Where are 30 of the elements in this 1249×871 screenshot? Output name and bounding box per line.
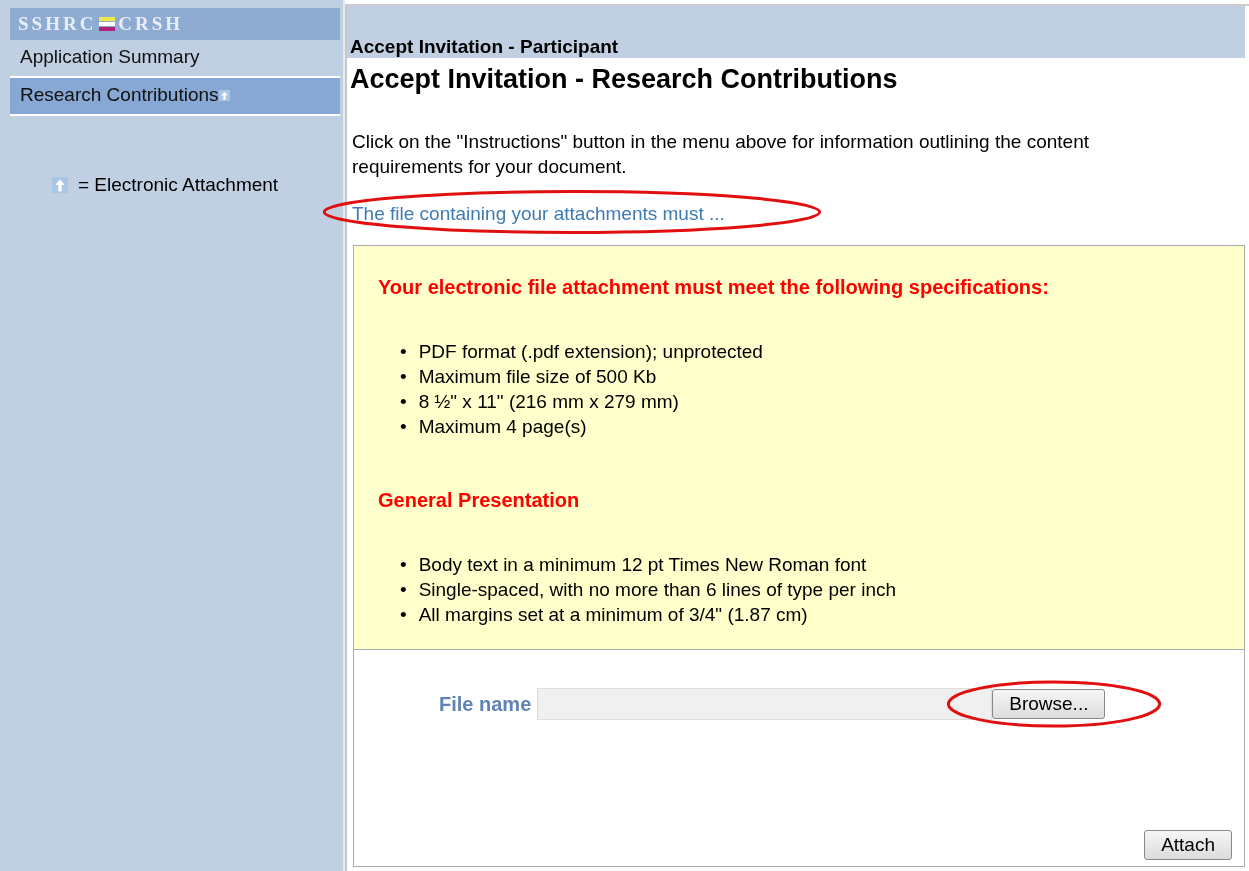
- attach-button[interactable]: Attach: [1144, 830, 1232, 860]
- spec-item: PDF format (.pdf extension); unprotected: [418, 340, 763, 364]
- section-heading: Your electronic file attachment must meet the following specifications:: [378, 276, 1050, 299]
- bullet: •: [400, 578, 407, 602]
- spec-item: Body text in a minimum 12 pt Times New Roman font: [418, 553, 867, 577]
- flag-icon: [99, 16, 116, 32]
- attachment-icon: [218, 90, 230, 102]
- bullet: •: [400, 603, 407, 627]
- sidebar-item[interactable]: Research Contributions: [10, 78, 340, 116]
- bullet: •: [400, 340, 407, 364]
- page-title: Accept Invitation - Research Contributions: [350, 64, 899, 95]
- bullet: •: [400, 365, 407, 389]
- intro-text: Click on the "Instructions" button in the menu above for information outlining the content requirements for your document.: [352, 130, 1090, 179]
- bullet: •: [400, 553, 407, 577]
- file-name-field[interactable]: [537, 688, 993, 720]
- field-label: File name: [439, 692, 532, 716]
- logo-text: SSHRC: [18, 13, 97, 35]
- bullet: •: [400, 415, 407, 439]
- attachment-icon: [52, 177, 68, 193]
- spec-item: Single-spaced, with no more than 6 lines of type per inch: [418, 578, 897, 602]
- spec-item: Maximum 4 page(s): [418, 415, 587, 439]
- logo-text: CRSH: [118, 13, 184, 35]
- spec-item: Maximum file size of 500 Kb: [418, 365, 657, 389]
- legend-text: = Electronic Attachment: [78, 174, 279, 196]
- browse-button[interactable]: Browse...: [992, 689, 1106, 719]
- page-subtitle: Accept Invitation - Participant: [350, 36, 619, 58]
- bullet: •: [400, 390, 407, 414]
- section-heading: General Presentation: [378, 489, 581, 512]
- spec-item: 8 ½" x 11" (216 mm x 279 mm): [418, 390, 679, 414]
- spec-item: All margins set at a minimum of 3/4" (1.87 cm): [418, 603, 808, 627]
